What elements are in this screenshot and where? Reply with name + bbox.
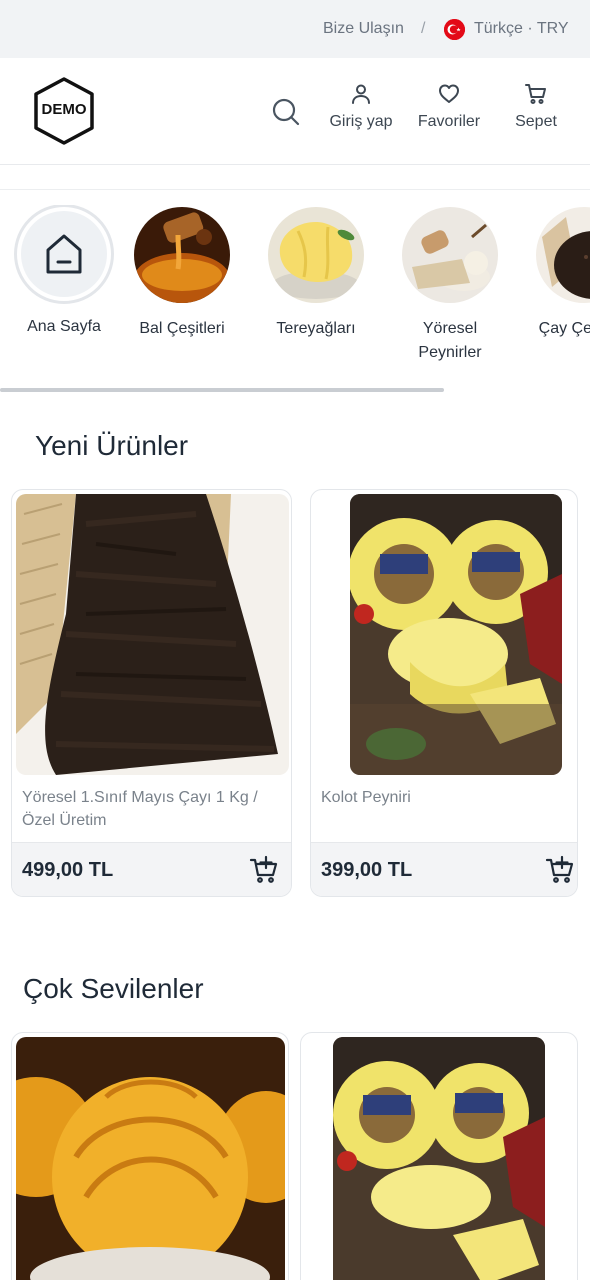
bread-product-image[interactable] xyxy=(16,1037,285,1280)
cheese-image xyxy=(402,207,498,303)
product-card[interactable]: Yöresel 1.Sınıf Mayıs Çayı 1 Kg / Özel Ü… xyxy=(11,489,292,897)
butter-image xyxy=(268,207,364,303)
user-icon xyxy=(352,84,370,104)
favorites-label: Favoriler xyxy=(417,113,481,130)
topbar-separator: / xyxy=(421,20,426,37)
product-card[interactable] xyxy=(11,1032,289,1280)
product-card[interactable] xyxy=(300,1032,578,1280)
kolot-cheese-image[interactable] xyxy=(350,494,562,775)
header-divider xyxy=(0,189,590,190)
tea-image xyxy=(536,207,590,303)
add-to-cart-icon[interactable] xyxy=(545,855,575,885)
category-item-honey[interactable]: Bal Çeşitleri xyxy=(122,205,242,341)
cart-icon xyxy=(525,84,546,104)
product-name[interactable]: Yöresel 1.Sınıf Mayıs Çayı 1 Kg / Özel Ü… xyxy=(22,786,284,832)
category-carousel[interactable]: Ana Sayfa Bal Çeşitleri Tereyağları Yöre… xyxy=(0,205,590,375)
category-scrollbar[interactable] xyxy=(0,388,444,392)
login-label: Giriş yap xyxy=(329,113,393,130)
product-price: 399,00 TL xyxy=(321,859,413,881)
cart-button[interactable]: Sepet xyxy=(506,82,566,131)
tea-product-image[interactable] xyxy=(16,494,289,775)
favorites-button[interactable]: Favoriler xyxy=(412,82,486,131)
product-footer: 399,00 TL xyxy=(311,842,577,896)
category-circle xyxy=(17,207,111,301)
login-button[interactable]: Giriş yap xyxy=(326,82,396,131)
section-title-most-loved: Çok Sevilenler xyxy=(23,973,204,1004)
heart-icon xyxy=(439,84,459,103)
honey-image xyxy=(134,207,230,303)
top-utility-bar: Bize Ulaşın / Türkçe · TRY xyxy=(0,0,590,58)
home-icon xyxy=(46,234,82,274)
product-card[interactable]: Kolot Peyniri 399,00 TL xyxy=(310,489,578,897)
kolot-cheese-image[interactable] xyxy=(333,1037,545,1280)
demo-logo[interactable]: DEMO xyxy=(32,76,96,146)
category-label: Yöresel Peynirler xyxy=(418,320,482,361)
category-item-cheese[interactable]: Yöresel Peynirler xyxy=(390,205,510,365)
category-item-home[interactable]: Ana Sayfa xyxy=(4,205,124,339)
product-name[interactable]: Kolot Peyniri xyxy=(321,786,569,809)
category-item-tea[interactable]: Çay Çeşitleri xyxy=(524,205,590,341)
logo-text: DEMO xyxy=(41,101,87,118)
category-label: Çay Çeşitleri xyxy=(538,320,590,337)
language-currency-selector[interactable]: Türkçe · TRY xyxy=(474,20,569,38)
turkey-flag-icon xyxy=(444,19,465,40)
add-to-cart-icon[interactable] xyxy=(249,855,279,885)
category-label: Bal Çeşitleri xyxy=(139,320,225,337)
cart-label: Sepet xyxy=(515,113,557,130)
category-item-butter[interactable]: Tereyağları xyxy=(256,205,376,341)
search-icon[interactable] xyxy=(270,96,302,128)
site-header: DEMO Giriş yap Favoriler Sepet xyxy=(0,58,590,165)
product-footer: 499,00 TL xyxy=(12,842,291,896)
contact-link[interactable]: Bize Ulaşın xyxy=(323,20,404,38)
category-label: Tereyağları xyxy=(276,320,356,337)
section-title-new-products: Yeni Ürünler xyxy=(35,430,189,461)
product-price: 499,00 TL xyxy=(22,859,114,881)
category-label: Ana Sayfa xyxy=(27,318,101,335)
